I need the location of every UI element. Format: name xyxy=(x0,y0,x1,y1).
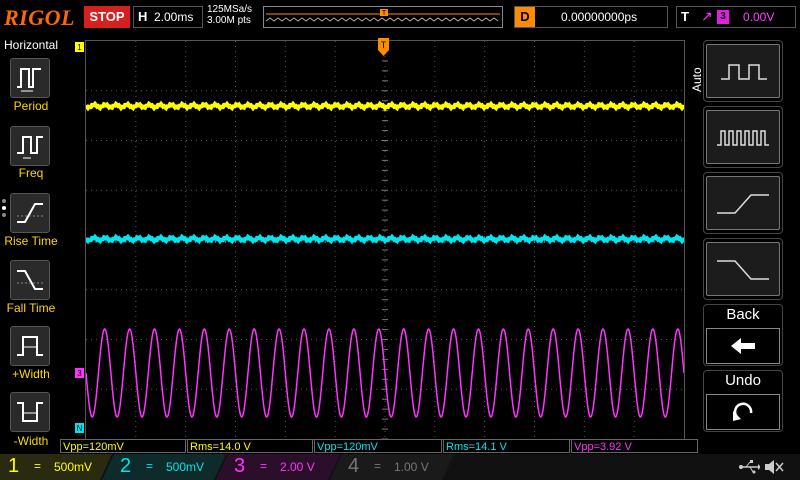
ch3-marker-label: 3 xyxy=(77,369,82,378)
back-button[interactable] xyxy=(706,328,780,364)
period-button[interactable] xyxy=(10,58,50,98)
falling-edge-wave-icon xyxy=(717,260,769,280)
channel-2-scale: 500mV xyxy=(166,460,205,474)
fall-time-label: Fall Time xyxy=(6,301,56,315)
negative-width-button[interactable] xyxy=(10,392,50,432)
trigger-level: 0.00V xyxy=(743,10,775,24)
back-arrow-icon xyxy=(731,338,755,354)
graticule xyxy=(86,41,684,439)
channel-4-scale: 1.00 V xyxy=(394,460,429,474)
overview-trigger-marker: T xyxy=(382,10,387,17)
measure-menu: Auto Back Undo xyxy=(686,36,800,436)
positive-width-icon xyxy=(17,336,43,356)
usb-icon xyxy=(739,460,760,474)
negative-width-icon xyxy=(17,402,43,422)
undo-icon xyxy=(733,402,753,421)
delay-value: 0.00000000ps xyxy=(561,10,638,24)
frequency-icon xyxy=(17,136,43,159)
square-wave-icon xyxy=(721,64,767,80)
ch3-trace xyxy=(86,328,684,418)
fall-time-button[interactable] xyxy=(10,260,50,300)
page-indicator-dots xyxy=(2,196,8,220)
back-label: Back xyxy=(726,306,760,323)
menu-item-falling[interactable] xyxy=(703,238,783,300)
channel-4-number: 4 xyxy=(348,455,360,477)
delay-box[interactable]: D 0.00000000ps xyxy=(514,6,668,28)
trigger-label: T xyxy=(681,9,689,24)
top-status-bar: RIGOL STOP H 2.00ms 125MSa/s 3.00M pts T… xyxy=(0,0,800,36)
menu-item-period-pulse[interactable] xyxy=(703,40,783,102)
measurement-ch1-vpp[interactable]: Vpp=120mV xyxy=(60,439,186,453)
trigger-position-marker[interactable]: T xyxy=(378,38,390,58)
channel-1-number: 1 xyxy=(8,455,20,477)
fall-time-icon xyxy=(17,270,43,290)
ch2-marker-label: N xyxy=(77,424,83,433)
rising-edge-wave-icon xyxy=(717,194,769,214)
channel-markers-left: 1 3 N xyxy=(75,42,84,433)
menu-item-rising[interactable] xyxy=(703,172,783,234)
falling-edge-button[interactable] xyxy=(706,242,780,296)
rise-time-label: Rise Time xyxy=(4,234,58,248)
measurement-ch3-vpp[interactable]: Vpp=3.92 V xyxy=(571,439,698,453)
pulse-waveform-button[interactable] xyxy=(706,44,780,98)
ch1-marker-label: 1 xyxy=(77,43,82,52)
rise-time-button[interactable] xyxy=(10,193,50,233)
trigger-box[interactable]: T ↗ 3 0.00V xyxy=(676,6,796,28)
trigger-source: 3 xyxy=(717,10,729,24)
horizontal-timebase-box[interactable]: H 2.00ms xyxy=(133,6,203,28)
measurement-ch2-vpp[interactable]: Vpp=120mV xyxy=(314,439,442,453)
trigger-position-label: T xyxy=(381,40,387,50)
frequency-label: Freq xyxy=(18,166,44,180)
channel-3-coupling-icon: = xyxy=(260,459,268,473)
memory-depth: 3.00M pts xyxy=(207,15,251,26)
channel-1-coupling-icon: = xyxy=(34,459,42,473)
negative-width-label: -Width xyxy=(13,434,49,448)
panel-title: Horizontal xyxy=(3,38,59,52)
ch1-trace xyxy=(86,100,684,112)
frequency-button[interactable] xyxy=(10,126,50,166)
period-label: Period xyxy=(13,99,49,113)
period-icon xyxy=(17,68,41,92)
horizontal-measure-panel: Horizontal Period Freq Rise Time Fall Ti… xyxy=(0,36,62,448)
run-stop-button[interactable]: STOP xyxy=(84,6,130,28)
undo-button[interactable] xyxy=(706,394,780,430)
waveform-display[interactable] xyxy=(85,40,685,440)
auto-mode-label: Auto xyxy=(690,67,704,92)
rising-edge-icon: ↗ xyxy=(701,8,713,24)
channel-2-coupling-icon: = xyxy=(146,459,154,473)
delay-label: D xyxy=(515,7,535,27)
measurement-ch2-rms[interactable]: Rms=14.1 V xyxy=(443,439,570,453)
speaker-muted-icon[interactable] xyxy=(763,458,785,476)
channel-3-number: 3 xyxy=(234,455,246,477)
burst-waveform-button[interactable] xyxy=(706,110,780,164)
channel-3-tab[interactable]: 3 = 2.00 V xyxy=(226,454,336,480)
measurement-ch1-rms[interactable]: Rms=14.0 V xyxy=(187,439,313,453)
waveform-memory-overview: T xyxy=(263,6,503,28)
positive-width-button[interactable] xyxy=(10,326,50,366)
horizontal-label: H xyxy=(138,9,148,24)
channel-3-scale: 2.00 V xyxy=(280,460,315,474)
timebase-value: 2.00ms xyxy=(154,10,194,24)
rise-time-icon xyxy=(17,203,43,223)
rigol-logo: RIGOL xyxy=(4,5,75,30)
channel-status-bar: 1 = 500mV 2 = 500mV 3 = 2.00 V 4 = 1.00 … xyxy=(0,454,800,480)
channel-2-tab[interactable]: 2 = 500mV xyxy=(112,454,222,480)
positive-width-label: +Width xyxy=(12,367,50,381)
channel-4-tab[interactable]: 4 = 1.00 V xyxy=(340,454,450,480)
channel-2-number: 2 xyxy=(120,455,132,477)
rising-edge-button[interactable] xyxy=(706,176,780,230)
sample-rate: 125MSa/s xyxy=(207,4,253,15)
burst-wave-icon xyxy=(717,130,769,146)
channel-1-scale: 500mV xyxy=(54,460,93,474)
undo-label: Undo xyxy=(725,372,761,389)
memory-overview-waveform: T xyxy=(265,9,500,22)
menu-item-burst[interactable] xyxy=(703,106,783,168)
channel-4-coupling-icon: = xyxy=(374,459,382,473)
channel-1-tab[interactable]: 1 = 500mV xyxy=(0,454,110,480)
